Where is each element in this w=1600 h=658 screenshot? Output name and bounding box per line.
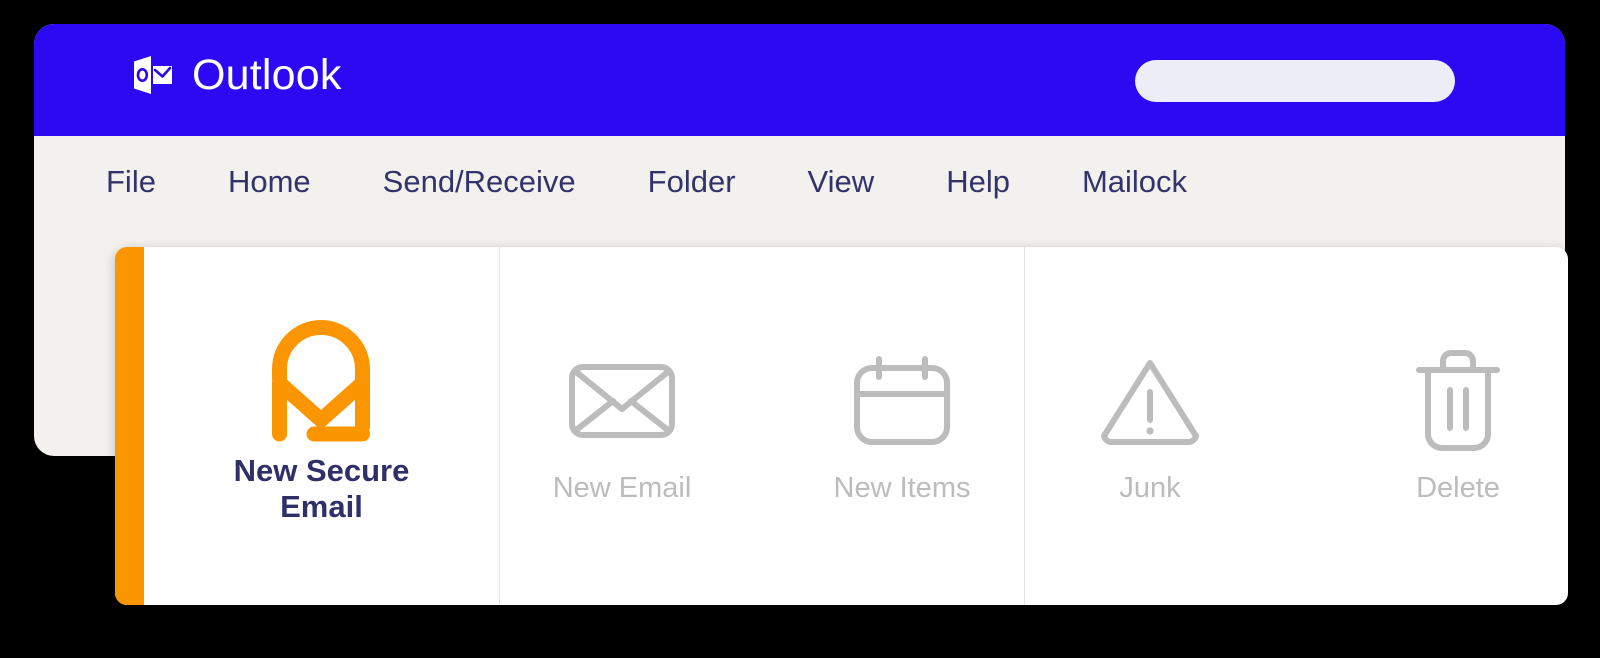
- menu-item-send-receive[interactable]: Send/Receive: [373, 162, 586, 201]
- menu-item-folder[interactable]: Folder: [638, 162, 746, 201]
- mailock-padlock-envelope-icon: [269, 320, 373, 442]
- new-items-label: New Items: [833, 472, 971, 505]
- new-email-button[interactable]: New Email: [500, 346, 744, 505]
- menu-item-view[interactable]: View: [798, 162, 885, 201]
- outlook-logo-icon: [130, 52, 176, 98]
- junk-label: Junk: [1119, 472, 1181, 505]
- new-items-button[interactable]: New Items: [780, 346, 1024, 505]
- ribbon-body: New Secure Email New Email New Items Jun…: [144, 247, 1568, 605]
- ribbon-group-actions-items: Junk Delete: [1025, 346, 1568, 505]
- brand-name: Outlook: [192, 50, 342, 99]
- ribbon-group-mailock: New Secure Email: [144, 247, 499, 605]
- warning-triangle-icon: [1098, 346, 1202, 456]
- new-secure-email-label: New Secure Email: [233, 453, 410, 524]
- ribbon: New Secure Email New Email New Items Jun…: [115, 247, 1568, 605]
- junk-button[interactable]: Junk: [1025, 346, 1275, 505]
- ribbon-group-actions: Junk Delete: [1025, 247, 1568, 605]
- delete-label: Delete: [1416, 472, 1500, 505]
- menu-item-mailock[interactable]: Mailock: [1072, 162, 1197, 201]
- new-secure-email-button[interactable]: New Secure Email: [233, 320, 410, 524]
- menu-bar: File Home Send/Receive Folder View Help …: [34, 136, 1565, 226]
- menu-item-file[interactable]: File: [96, 162, 166, 201]
- brand: Outlook: [130, 52, 342, 98]
- search-input[interactable]: [1135, 60, 1455, 102]
- menu-item-home[interactable]: Home: [218, 162, 321, 201]
- envelope-icon: [567, 346, 677, 456]
- menu-item-help[interactable]: Help: [936, 162, 1020, 201]
- calendar-icon: [849, 346, 955, 456]
- title-bar: Outlook: [34, 24, 1565, 136]
- ribbon-group-new: New Email New Items: [500, 247, 1024, 605]
- delete-button[interactable]: Delete: [1333, 346, 1568, 505]
- ribbon-accent-bar: [115, 247, 144, 605]
- new-email-label: New Email: [552, 472, 692, 505]
- ribbon-group-new-items: New Email New Items: [500, 346, 1024, 505]
- trash-icon: [1412, 346, 1504, 456]
